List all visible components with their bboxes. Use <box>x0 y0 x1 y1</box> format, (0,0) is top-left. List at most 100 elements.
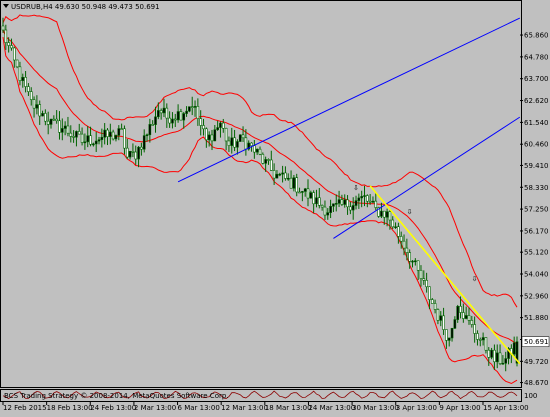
candle-body <box>267 159 270 161</box>
y-tick-label: 61.540 <box>524 119 549 127</box>
candle-body <box>58 120 61 133</box>
candle-body <box>83 141 87 144</box>
candle-body <box>467 315 471 321</box>
candle-body <box>408 252 411 262</box>
candle-body <box>241 134 245 139</box>
candle-body <box>382 210 386 218</box>
candle-body <box>450 327 454 339</box>
candle-body <box>35 104 39 109</box>
candle-body <box>281 172 284 175</box>
candle-body <box>399 236 403 242</box>
y-tick-label: 63.700 <box>524 75 549 83</box>
candle-body <box>447 337 451 341</box>
candle-body <box>157 110 160 118</box>
candle-body <box>366 195 369 202</box>
oscillator-scale-label: 100 <box>524 392 537 400</box>
y-tick-label: 58.330 <box>524 184 549 192</box>
candle-body <box>445 329 448 341</box>
candle-body <box>168 117 171 124</box>
candle-body <box>202 125 205 130</box>
candle-body <box>38 104 42 117</box>
candle-body <box>131 151 135 153</box>
candle-body <box>343 199 347 205</box>
candle-body <box>284 172 287 179</box>
candle-body <box>470 320 474 325</box>
y-tick-label: 51.880 <box>524 314 549 322</box>
candle-body <box>306 188 310 199</box>
candle-body <box>422 278 426 281</box>
candle-body <box>123 128 126 149</box>
candle-body <box>145 134 149 137</box>
candle-body <box>250 142 253 147</box>
candle-body <box>52 118 56 121</box>
candle-body <box>490 349 493 358</box>
candle-body <box>44 113 47 122</box>
candle-body <box>7 42 10 46</box>
candle-body <box>397 226 400 237</box>
y-tick-label: 57.250 <box>524 206 549 214</box>
candle-body <box>371 200 375 203</box>
candle-body <box>176 111 180 121</box>
candle-body <box>512 342 516 355</box>
candle-body <box>94 140 98 145</box>
candle-body <box>63 125 67 129</box>
y-tick-label: 52.960 <box>524 292 549 300</box>
candle-body <box>298 191 301 194</box>
candle-body <box>493 349 496 363</box>
candle-body <box>318 197 321 206</box>
candle-body <box>97 139 101 142</box>
candle-body <box>326 212 330 216</box>
candle-body <box>179 111 183 121</box>
candle-body <box>272 170 276 179</box>
candle-body <box>27 86 30 92</box>
candle-body <box>205 128 208 141</box>
candle-body <box>21 77 25 81</box>
candle-body <box>66 125 70 134</box>
candle-body <box>498 352 502 364</box>
candle-body <box>210 134 214 142</box>
x-tick-label: 9 Apr 13:00 <box>439 404 480 412</box>
current-price-label: 50.691 <box>524 338 549 346</box>
candle-body <box>301 191 304 193</box>
candle-body <box>425 280 428 288</box>
y-tick-label: 60.460 <box>524 141 549 149</box>
chart-window[interactable]: ⇩ ⇩ ⇩ USDRUB,H4 49.630 50.948 49.473 50.69… <box>0 0 550 413</box>
candle-body <box>481 337 485 341</box>
candle-body <box>456 306 459 320</box>
candle-body <box>315 197 318 205</box>
candle-body <box>351 205 355 211</box>
candle-body <box>289 177 293 189</box>
candle-body <box>253 145 256 153</box>
candle-body <box>275 173 279 179</box>
fractal-arrow-icon: ⇩ <box>353 184 359 192</box>
candle-body <box>303 188 307 192</box>
candle-body <box>478 339 482 341</box>
candle-body <box>487 349 491 358</box>
candle-body <box>459 306 462 313</box>
candle-body <box>162 107 166 114</box>
candle-body <box>41 113 44 117</box>
candle-body <box>391 219 395 228</box>
candle-body <box>414 260 417 263</box>
candle-body <box>46 120 50 125</box>
candle-body <box>140 146 143 150</box>
candle-body <box>233 137 236 148</box>
candle-body <box>334 203 338 205</box>
candle-body <box>416 260 420 271</box>
candle-body <box>134 151 138 160</box>
price-chart[interactable]: ⇩ ⇩ ⇩ USDRUB,H4 49.630 50.948 49.473 50.69… <box>0 0 550 413</box>
candle-body <box>207 134 211 141</box>
candle-body <box>357 197 361 201</box>
candle-body <box>55 118 58 122</box>
y-tick-label: 48.670 <box>524 379 549 387</box>
candle-body <box>368 200 372 203</box>
candle <box>15 59 19 69</box>
candle-body <box>354 200 358 206</box>
y-tick-label: 65.860 <box>524 32 549 40</box>
x-tick-label: 2 Mar 13:00 <box>134 404 176 412</box>
x-tick-label: 15 Apr 13:00 <box>483 404 529 412</box>
candle-body <box>419 269 423 279</box>
candle-body <box>125 147 129 158</box>
x-tick-label: 30 Mar 13:00 <box>352 404 399 412</box>
candle-body <box>436 309 440 321</box>
